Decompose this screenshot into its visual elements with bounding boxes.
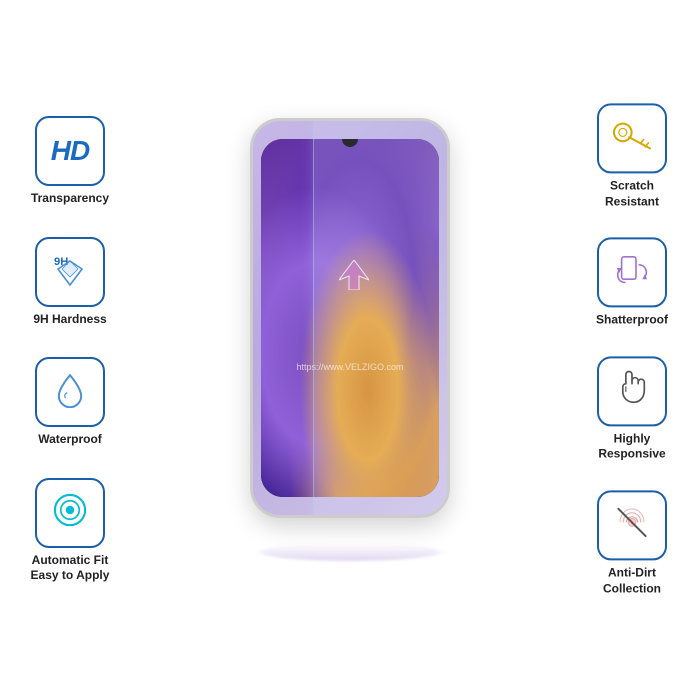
feature-shatterproof: Shatterproof [596, 238, 668, 329]
waterproof-label: Waterproof [38, 432, 102, 448]
rotate-icon [612, 250, 652, 295]
feature-responsive: HighlyResponsive [597, 356, 667, 462]
diamond-icon: 9H [50, 249, 90, 294]
key-icon [610, 118, 654, 159]
phone-mockup: https://www.VELZIGO.com [250, 118, 450, 518]
scratch-label: ScratchResistant [605, 178, 659, 209]
rotate-icon-box [597, 238, 667, 308]
circle-icon [49, 489, 91, 536]
phone-reflection [260, 543, 440, 561]
main-container: HD Transparency 9H 9H Hardness [0, 0, 700, 700]
hd-icon: HD [51, 135, 89, 167]
feature-autofit: Automatic FitEasy to Apply [31, 478, 110, 584]
circle-icon-box [35, 478, 105, 548]
water-icon [54, 372, 86, 413]
phone-area: https://www.VELZIGO.com [250, 118, 450, 582]
nodirt-icon [612, 503, 652, 548]
shatterproof-label: Shatterproof [596, 313, 668, 329]
key-icon-box [597, 103, 667, 173]
hardness-label: 9H Hardness [33, 312, 106, 328]
feature-scratch: ScratchResistant [597, 103, 667, 209]
antidirt-label: Anti-DirtCollection [603, 565, 661, 596]
water-icon-box [35, 357, 105, 427]
features-right: ScratchResistant Shatterproof [572, 103, 692, 596]
nodirt-icon-box [597, 490, 667, 560]
feature-waterproof: Waterproof [35, 357, 105, 448]
touch-icon-box [597, 356, 667, 426]
autofit-label: Automatic FitEasy to Apply [31, 553, 110, 584]
feature-9h-hardness: 9H 9H Hardness [33, 237, 106, 328]
responsive-label: HighlyResponsive [598, 431, 665, 462]
diamond-icon-box: 9H [35, 237, 105, 307]
feature-hd-transparency: HD Transparency [31, 116, 109, 207]
hd-label: Transparency [31, 191, 109, 207]
hd-icon-box: HD [35, 116, 105, 186]
touch-icon [613, 369, 651, 414]
features-left: HD Transparency 9H 9H Hardness [10, 116, 130, 584]
screen-protector [313, 118, 450, 518]
phone-wrapper: https://www.VELZIGO.com [250, 118, 450, 582]
feature-antidirt: Anti-DirtCollection [597, 490, 667, 596]
